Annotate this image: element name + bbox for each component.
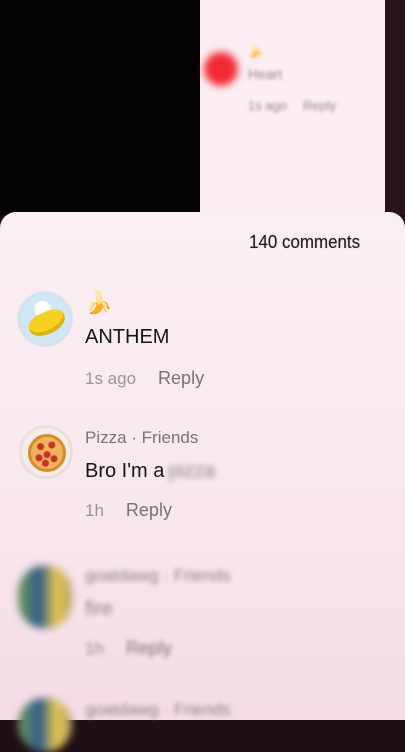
comment-text-blurred: pizza	[168, 460, 216, 482]
comment-time: 1s ago	[85, 369, 137, 388]
comment-time: 1h	[85, 501, 104, 520]
comments-count: 140 comments	[249, 232, 360, 252]
preview-avatar	[204, 52, 238, 86]
comment-text: Bro I'm a pizza	[85, 460, 215, 483]
avatar[interactable]	[20, 426, 72, 478]
comment-meta: 1h Reply	[85, 638, 172, 659]
video-background-right	[385, 0, 405, 215]
comment-meta: 1s ago Reply	[85, 368, 204, 389]
reply-button[interactable]: Reply	[158, 368, 204, 388]
preview-text: Heart	[248, 66, 283, 82]
comment-meta: 1h Reply	[85, 500, 172, 521]
comment-time: 1h	[85, 639, 104, 658]
preview-time: 1s ago	[248, 98, 288, 113]
preview-reply: Reply	[303, 98, 337, 113]
pizza-icon	[28, 434, 66, 472]
comment-username[interactable]: Pizza · Friends	[85, 428, 198, 448]
avatar[interactable]	[18, 698, 72, 752]
comment-text: fire	[85, 598, 113, 620]
comment-username[interactable]: goatdawg · Friends	[85, 700, 231, 720]
reply-button[interactable]: Reply	[126, 500, 172, 520]
banana-icon	[25, 305, 69, 341]
video-background-left	[0, 0, 200, 215]
comment-text-visible: Bro I'm a	[85, 460, 165, 482]
avatar[interactable]	[18, 292, 72, 346]
comment-text: ANTHEM	[85, 326, 170, 348]
preview-emoji: 🍌	[248, 44, 263, 58]
reply-button[interactable]: Reply	[126, 638, 172, 658]
avatar[interactable]	[18, 566, 72, 628]
comment-username[interactable]: goatdawg · Friends	[85, 566, 231, 586]
comments-sheet: 140 comments 🍌 ANTHEM 1s ago Reply Pizza …	[0, 212, 405, 752]
comment-username[interactable]: 🍌	[85, 290, 112, 316]
background-comment-preview: 🍌 Heart 1s ago Reply	[200, 0, 385, 215]
